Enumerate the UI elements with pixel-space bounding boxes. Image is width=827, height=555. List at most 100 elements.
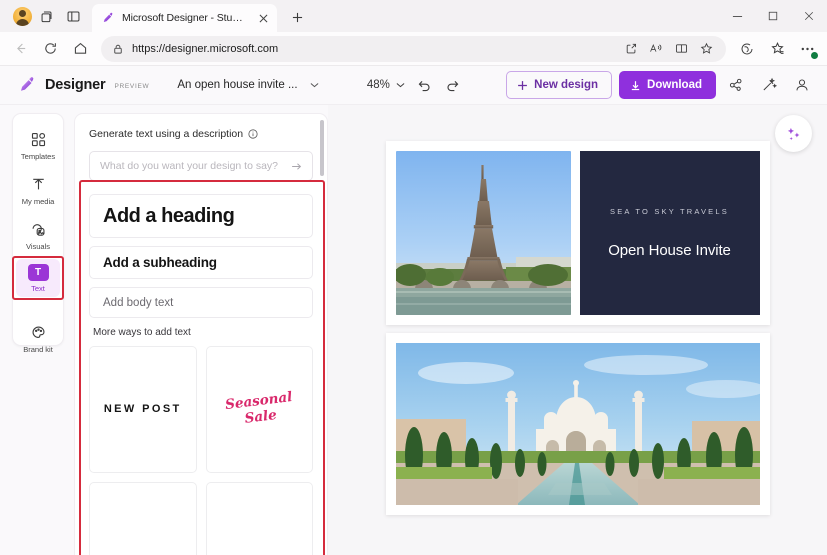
zoom-controls: 48% [367, 72, 466, 98]
preset-label: Add body text [103, 297, 173, 309]
copilot-icon[interactable] [733, 35, 761, 63]
share-icon[interactable] [619, 37, 643, 61]
style-card-seasonal-sale[interactable]: Seasonal Sale [206, 346, 314, 473]
style-card-new-post[interactable]: NEW POST [89, 346, 197, 473]
designer-app: Designer PREVIEW An open house invite ..… [0, 66, 827, 555]
templates-icon [28, 129, 48, 149]
info-icon[interactable] [248, 129, 258, 139]
sidebar-item-label: Visuals [26, 242, 50, 251]
header-actions: New design Download [506, 71, 815, 99]
address-bar[interactable]: https://designer.microsoft.com [101, 36, 726, 62]
design-page-one[interactable]: SEA TO SKY TRAVELS Open House Invite [386, 141, 770, 325]
project-name-dropdown[interactable]: An open house invite ... [167, 72, 326, 98]
preset-add-subheading[interactable]: Add a subheading [89, 246, 313, 279]
more-ways-to-add-text-label: More ways to add text [93, 327, 313, 338]
sidebar-item-label: My media [22, 197, 55, 206]
download-button[interactable]: Download [619, 71, 716, 99]
url-text: https://designer.microsoft.com [132, 43, 278, 55]
app-body: Templates My media [0, 105, 827, 555]
sparkle-icon [784, 124, 804, 144]
browser-tab-designer[interactable]: Microsoft Designer - Stunning d... [92, 4, 277, 32]
omnibox-actions [619, 37, 718, 61]
redo-icon[interactable] [440, 72, 466, 98]
text-panel-scrollbar[interactable] [320, 120, 324, 176]
preset-label: Add a heading [103, 205, 234, 228]
more-options-icon[interactable] [793, 35, 821, 63]
refresh-icon[interactable] [36, 35, 64, 63]
chevron-down-icon[interactable] [392, 72, 410, 98]
app-header: Designer PREVIEW An open house invite ..… [0, 66, 827, 105]
magic-wand-icon[interactable] [756, 72, 782, 98]
sidebar-item-label: Text [31, 284, 45, 293]
collections-icon[interactable] [763, 35, 791, 63]
new-tab-button[interactable] [285, 5, 309, 29]
style-card-label: NEW POST [104, 402, 182, 418]
close-window-button[interactable] [791, 0, 827, 32]
upload-icon [28, 174, 48, 194]
lock-icon [112, 43, 124, 55]
read-aloud-icon[interactable] [644, 37, 668, 61]
preset-label: Add a subheading [103, 255, 217, 270]
design-stack: SEA TO SKY TRAVELS Open House Invite [386, 141, 770, 523]
sparkle-icon-button[interactable] [775, 115, 812, 152]
person-icon[interactable] [789, 72, 815, 98]
design-page-two[interactable] [386, 333, 770, 515]
sidebar-item-visuals[interactable]: Visuals [16, 214, 60, 255]
star-icon[interactable] [694, 37, 718, 61]
tab-strip: Microsoft Designer - Stunning d... [0, 0, 827, 32]
designer-logo-icon [16, 74, 38, 96]
maximize-button[interactable] [755, 0, 791, 32]
sidebar-item-text[interactable]: T Text [16, 259, 60, 297]
left-rail: Templates My media [12, 113, 64, 346]
open-house-invite-card[interactable]: SEA TO SKY TRAVELS Open House Invite [580, 151, 760, 315]
project-name-text: An open house invite ... [177, 79, 297, 91]
generate-text-input-wrap[interactable] [89, 151, 313, 181]
new-design-button[interactable]: New design [506, 71, 612, 99]
share-nodes-icon[interactable] [723, 72, 749, 98]
style-card-grand[interactable]: Grand [89, 482, 197, 555]
chevron-down-icon [310, 82, 319, 88]
split-screen-icon[interactable] [669, 37, 693, 61]
arrow-right-icon[interactable] [286, 156, 306, 176]
preset-add-body-text[interactable]: Add body text [89, 287, 313, 318]
eiffel-tower-photo[interactable] [396, 151, 571, 315]
tab-title: Microsoft Designer - Stunning d... [122, 12, 248, 24]
brand-kit-icon [28, 322, 48, 342]
undo-icon[interactable] [412, 72, 438, 98]
home-icon[interactable] [66, 35, 94, 63]
download-icon [630, 80, 641, 91]
plus-icon [517, 80, 528, 91]
text-t-icon: T [28, 264, 49, 281]
text-style-grid: NEW POST Seasonal Sale Grand AVAILABLE [89, 346, 313, 555]
canvas-area[interactable]: SEA TO SKY TRAVELS Open House Invite [328, 105, 827, 555]
address-bar-row: https://designer.microsoft.com [0, 32, 827, 66]
sidebar-item-brand-kit[interactable]: Brand kit [16, 317, 60, 358]
preview-badge: PREVIEW [114, 80, 149, 90]
tab-actions-icon[interactable] [60, 3, 86, 29]
workspaces-icon[interactable] [34, 3, 60, 29]
back-arrow-icon[interactable] [6, 35, 34, 63]
new-design-label: New design [534, 79, 598, 91]
generate-text-label: Generate text using a description [89, 128, 313, 140]
card-kicker-text: SEA TO SKY TRAVELS [610, 207, 729, 216]
sidebar-item-templates[interactable]: Templates [16, 124, 60, 165]
visuals-icon [28, 219, 48, 239]
text-panel-scroll-area: Generate text using a description [75, 114, 327, 555]
style-card-available[interactable]: AVAILABLE [206, 482, 314, 555]
download-label: Download [647, 79, 702, 91]
window-controls [719, 0, 827, 32]
sidebar-item-label: Templates [21, 152, 55, 161]
text-panel: Generate text using a description [74, 113, 328, 555]
preset-add-heading[interactable]: Add a heading [89, 194, 313, 238]
generate-text-label-text: Generate text using a description [89, 128, 243, 140]
designer-favicon [101, 11, 115, 25]
close-icon[interactable] [255, 10, 271, 26]
generate-text-input[interactable] [100, 160, 286, 172]
profile-avatar [13, 7, 32, 26]
sidebar-item-my-media[interactable]: My media [16, 169, 60, 210]
taj-mahal-photo[interactable] [396, 343, 760, 505]
zoom-level-text[interactable]: 48% [367, 79, 390, 91]
profile-avatar-button[interactable] [8, 3, 34, 29]
app-wordmark: Designer [45, 77, 105, 93]
minimize-button[interactable] [719, 0, 755, 32]
